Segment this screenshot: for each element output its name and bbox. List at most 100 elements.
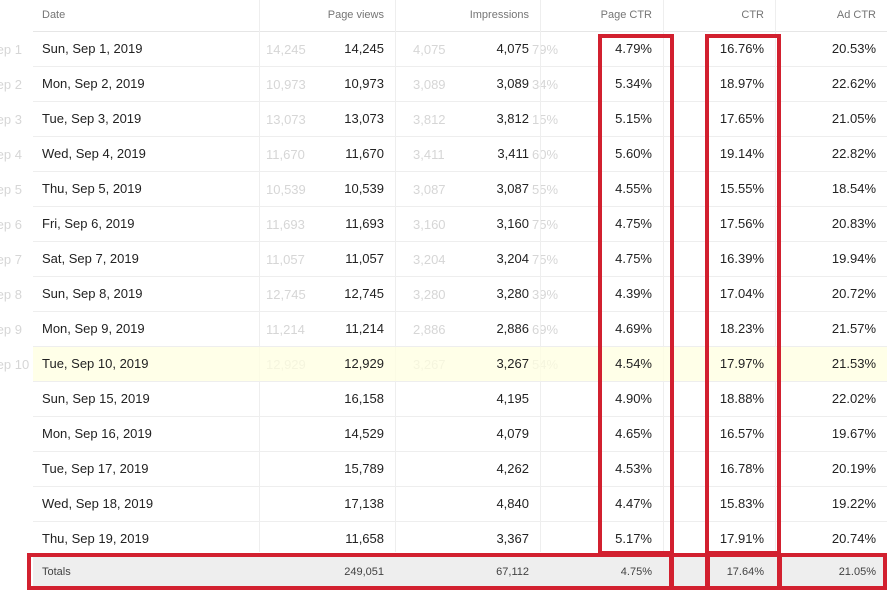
cell-date: Mon, Sep 16, 2019	[42, 426, 152, 441]
cell-page-views: 14,245	[344, 41, 384, 56]
cell-page-ctr: 5.60%	[615, 146, 652, 161]
table-row[interactable]: Sun, Sep 1, 2019 14,245 4,075 4.79% 16.76% 20…	[33, 32, 887, 67]
cell-impressions: 3,087	[496, 181, 529, 196]
cell-ad-ctr: 22.82%	[831, 146, 876, 161]
cell-impressions: 4,195	[496, 391, 529, 406]
cell-page-views: 11,658	[345, 531, 384, 546]
cell-impressions: 4,262	[496, 461, 529, 476]
table-header: Date Page views Impressions Page CTR CTR…	[33, 0, 887, 32]
cell-page-ctr: 4.54%	[615, 356, 652, 371]
cell-ad-ctr: 20.72%	[831, 286, 876, 301]
header-ctr[interactable]: CTR	[663, 0, 764, 31]
cell-ctr: 17.04%	[719, 286, 764, 301]
cell-ad-ctr: 21.53%	[831, 356, 876, 371]
cell-page-ctr: 4.65%	[615, 426, 652, 441]
cell-date: Thu, Sep 5, 2019	[42, 181, 142, 196]
cell-page-ctr: 5.34%	[615, 76, 652, 91]
totals-ctr: 17.64%	[726, 566, 764, 578]
table-row[interactable]: Sun, Sep 15, 2019 16,158 4,195 4.90% 18.88% 2…	[33, 382, 887, 417]
cell-page-ctr: 4.39%	[615, 286, 652, 301]
cell-date: Sun, Sep 15, 2019	[42, 391, 150, 406]
table-row[interactable]: Sat, Sep 7, 2019 11,057 3,204 4.75% 16.39% 19…	[33, 242, 887, 277]
cell-date: Sun, Sep 1, 2019	[42, 41, 143, 56]
header-date[interactable]: Date	[42, 0, 242, 31]
cell-page-ctr: 4.53%	[615, 461, 652, 476]
cell-ctr: 17.56%	[719, 216, 764, 231]
cell-page-ctr: 4.47%	[615, 496, 652, 511]
ghost-date: Sep 10	[0, 357, 30, 372]
cell-impressions: 3,812	[496, 111, 529, 126]
table-row[interactable]: Tue, Sep 3, 2019 13,073 3,812 5.15% 17.65% 21…	[33, 102, 887, 137]
ghost-date: Sep 9	[0, 322, 22, 337]
table-row[interactable]: Mon, Sep 9, 2019 11,214 2,886 4.69% 18.23% 21…	[33, 312, 887, 347]
header-impressions[interactable]: Impressions	[395, 0, 529, 31]
header-page-views[interactable]: Page views	[259, 0, 384, 31]
cell-date: Wed, Sep 4, 2019	[42, 146, 146, 161]
cell-ad-ctr: 19.94%	[831, 251, 876, 266]
cell-page-ctr: 4.75%	[615, 251, 652, 266]
cell-page-ctr: 4.90%	[615, 391, 652, 406]
cell-impressions: 4,079	[496, 426, 529, 441]
report-table: Date Page views Impressions Page CTR CTR…	[33, 0, 887, 608]
cell-ctr: 15.55%	[719, 181, 764, 196]
table-row[interactable]: Wed, Sep 4, 2019 11,670 3,411 5.60% 19.14% 22…	[33, 137, 887, 172]
cell-date: Wed, Sep 18, 2019	[42, 496, 154, 511]
ghost-date: Sep 4	[0, 147, 22, 162]
table-row[interactable]: Wed, Sep 18, 2019 17,138 4,840 4.47% 15.83% 1…	[33, 487, 887, 522]
table-row[interactable]: Tue, Sep 10, 2019 12,929 3,267 4.54% 17.97% 2…	[33, 347, 887, 382]
cell-page-views: 12,929	[344, 356, 384, 371]
table-row[interactable]: Fri, Sep 6, 2019 11,693 3,160 4.75% 17.56% 20…	[33, 207, 887, 242]
cell-page-ctr: 4.55%	[615, 181, 652, 196]
cell-impressions: 3,367	[496, 531, 529, 546]
table-row[interactable]: Mon, Sep 2, 2019 10,973 3,089 5.34% 18.97% 22…	[33, 67, 887, 102]
cell-impressions: 3,280	[496, 286, 529, 301]
cell-date: Sun, Sep 8, 2019	[42, 286, 143, 301]
cell-ctr: 17.91%	[719, 531, 764, 546]
cell-page-views: 11,214	[345, 321, 384, 336]
totals-page-views: 249,051	[344, 566, 384, 578]
cell-date: Tue, Sep 17, 2019	[42, 461, 149, 476]
table-row[interactable]: Thu, Sep 19, 2019 11,658 3,367 5.17% 17.91% 2…	[33, 522, 887, 557]
cell-date: Tue, Sep 10, 2019	[42, 356, 149, 371]
cell-page-views: 15,789	[344, 461, 384, 476]
cell-page-views: 16,158	[344, 391, 384, 406]
cell-date: Mon, Sep 9, 2019	[42, 321, 145, 336]
cell-date: Tue, Sep 3, 2019	[42, 111, 142, 126]
cell-impressions: 3,411	[497, 146, 529, 161]
cell-ctr: 18.97%	[719, 76, 764, 91]
cell-ad-ctr: 20.19%	[831, 461, 876, 476]
header-page-ctr[interactable]: Page CTR	[540, 0, 652, 31]
cell-ad-ctr: 20.74%	[831, 531, 876, 546]
ghost-date: Sep 3	[0, 112, 22, 127]
ghost-date: Sep 1	[0, 42, 22, 57]
table-row[interactable]: Tue, Sep 17, 2019 15,789 4,262 4.53% 16.78% 2…	[33, 452, 887, 487]
cell-page-views: 10,539	[344, 181, 384, 196]
totals-label: Totals	[42, 566, 71, 578]
ghost-date: Sep 5	[0, 182, 22, 197]
table-row[interactable]: Thu, Sep 5, 2019 10,539 3,087 4.55% 15.55% 18…	[33, 172, 887, 207]
cell-page-ctr: 4.79%	[615, 41, 652, 56]
totals-ad-ctr: 21.05%	[838, 566, 876, 578]
cell-date: Sat, Sep 7, 2019	[42, 251, 139, 266]
header-ad-ctr[interactable]: Ad CTR	[775, 0, 876, 31]
cell-ctr: 18.88%	[719, 391, 764, 406]
cell-ctr: 19.14%	[719, 146, 764, 161]
table-row[interactable]: Sun, Sep 8, 2019 12,745 3,280 4.39% 17.04% 20…	[33, 277, 887, 312]
cell-page-ctr: 5.17%	[615, 531, 652, 546]
cell-ad-ctr: 20.83%	[831, 216, 876, 231]
ghost-date: Sep 8	[0, 287, 22, 302]
cell-ad-ctr: 20.53%	[831, 41, 876, 56]
ghost-date: Sep 7	[0, 252, 22, 267]
cell-ad-ctr: 21.05%	[831, 111, 876, 126]
cell-ctr: 17.97%	[719, 356, 764, 371]
table-row[interactable]: Mon, Sep 16, 2019 14,529 4,079 4.65% 16.57% 1…	[33, 417, 887, 452]
totals-page-ctr: 4.75%	[620, 566, 652, 578]
cell-ad-ctr: 19.22%	[831, 496, 876, 511]
cell-ctr: 17.65%	[719, 111, 764, 126]
cell-ctr: 18.23%	[719, 321, 764, 336]
cell-page-views: 13,073	[344, 111, 384, 126]
cell-page-views: 14,529	[344, 426, 384, 441]
cell-impressions: 2,886	[496, 321, 529, 336]
cell-ctr: 16.78%	[719, 461, 764, 476]
cell-ad-ctr: 21.57%	[831, 321, 876, 336]
